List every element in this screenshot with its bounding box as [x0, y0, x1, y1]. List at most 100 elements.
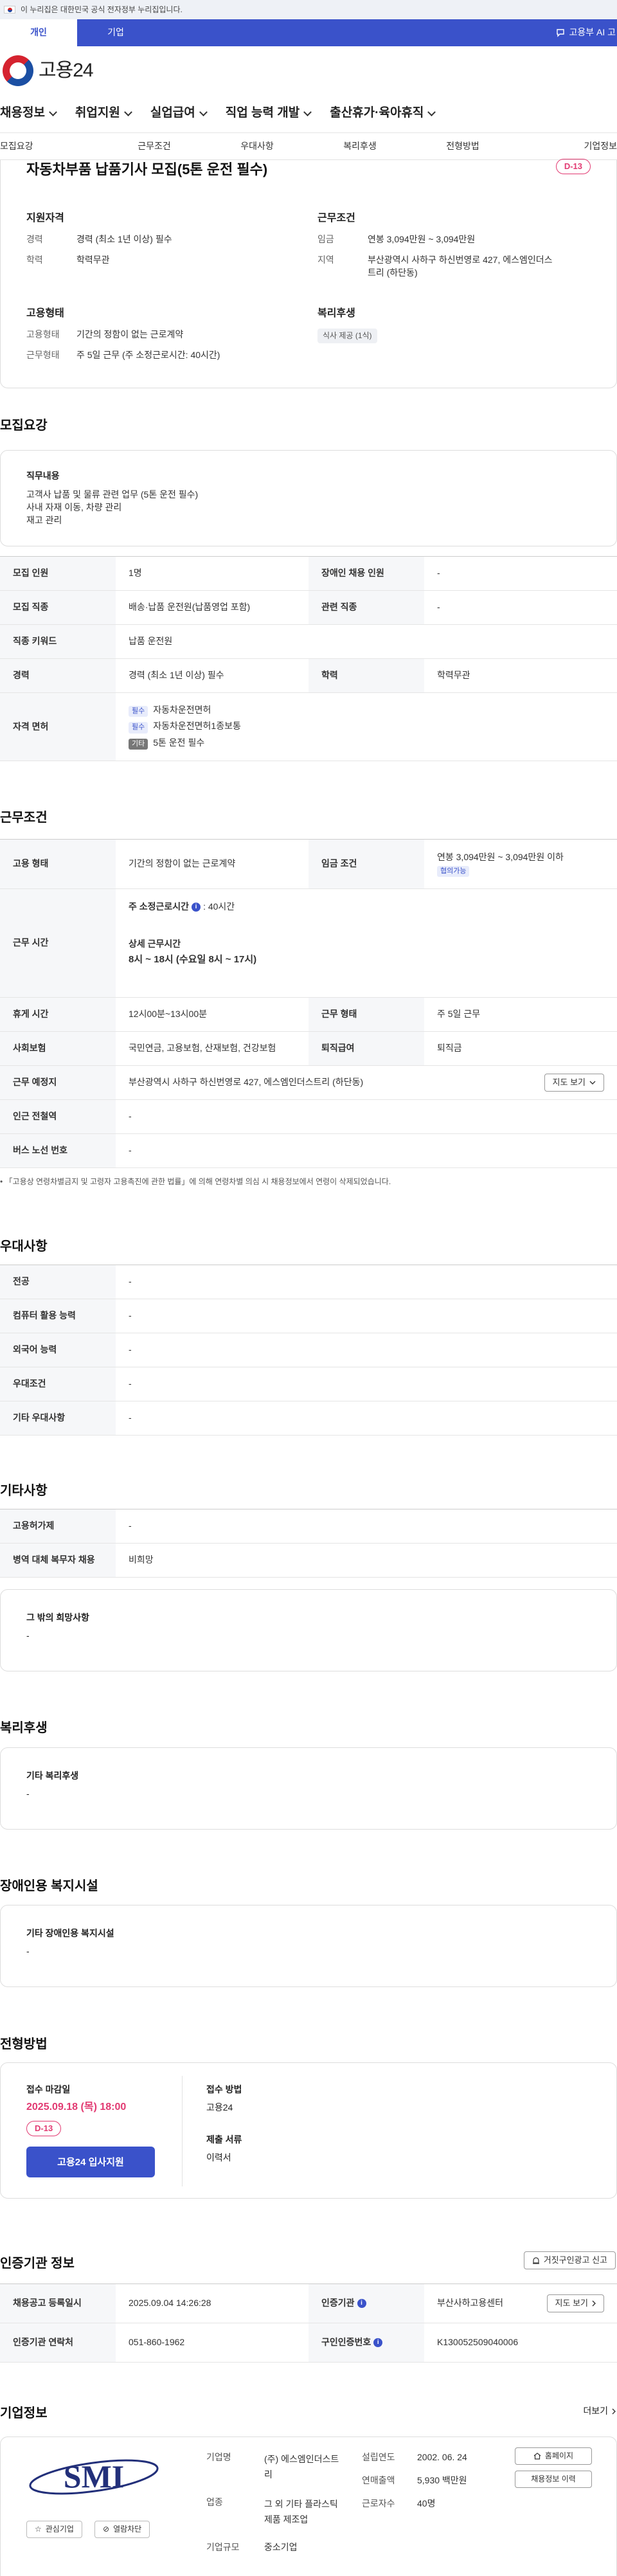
docs-value: 이력서: [206, 2152, 231, 2163]
cond-value: 부산광역시 사하구 하신번영로 427, 에스엠인더스트리 (하단동): [368, 255, 553, 278]
license-name: 자동차운전면허: [153, 704, 211, 715]
homepage-button[interactable]: 홈페이지: [515, 2447, 592, 2465]
job-summary-card: 자동차부품 납품기사 모집(5톤 운전 필수) D-13 지원자격 경력 경력 (…: [0, 159, 617, 388]
emp-list: 고용형태 기간의 정함이 없는 근로계약 근무형태 주 5일 근무 (주 소정근로시…: [26, 329, 309, 370]
block-button-label: 열람차단: [113, 2525, 142, 2534]
map-button[interactable]: 지도 보기: [544, 1073, 604, 1092]
place-value: 부산광역시 사하구 하신번영로 427, 에스엠인더스트리 (하단동): [129, 1077, 364, 1088]
welfare-chip: 식사 제공 (1식): [317, 329, 377, 343]
apply-button[interactable]: 고용24 입사지원: [26, 2147, 155, 2177]
hours-week-label: 주 소정근로시간: [129, 901, 190, 912]
welfare-heading: 복리후생: [317, 308, 355, 319]
table-row: 인근 전철역 -: [0, 1100, 617, 1134]
wage-cell: 연봉 3,094만원 ~ 3,094만원 이하 협의가능: [424, 840, 617, 888]
chevron-down-icon: [427, 107, 436, 116]
info-icon[interactable]: i: [192, 902, 201, 912]
job-title: 자동차부품 납품기사 모집(5톤 운전 필수): [26, 161, 268, 177]
deadline-label: 접수 마감일: [26, 2084, 71, 2094]
interest-button[interactable]: ☆ 관심기업: [26, 2521, 82, 2538]
recruit-heading: 모집요강: [0, 419, 48, 433]
cell-label: 퇴직급여: [308, 1032, 424, 1065]
info-icon[interactable]: i: [373, 2338, 383, 2347]
method-label: 접수 방법: [206, 2084, 242, 2094]
hours-week-value: : 40시간: [203, 901, 235, 912]
nav-unemployment-benefit[interactable]: 실업급여: [150, 105, 226, 122]
nav-parental-leave-label: 출산휴가·육아휴직: [330, 106, 424, 120]
star-icon: ☆: [35, 2525, 42, 2534]
place-cell: 부산광역시 사하구 하신번영로 427, 에스엠인더스트리 (하단동) 지도 보…: [116, 1066, 617, 1099]
work-table: 고용 형태 기간의 정함이 없는 근로계약 임금 조건 연봉 3,094만원 ~…: [0, 839, 617, 1168]
cell-value: 기간의 정함이 없는 근로계약: [129, 858, 236, 869]
cell-label: 사회보험: [0, 1032, 116, 1065]
cell-value: 주 5일 근무: [437, 1009, 481, 1020]
staff-value: 40명: [417, 2498, 436, 2508]
more-link[interactable]: 더보기: [583, 2405, 616, 2418]
home-icon: [533, 2453, 541, 2460]
cell-value: K130052509040006: [437, 2337, 519, 2348]
jobs-history-button[interactable]: 채용정보 이력: [515, 2471, 592, 2488]
cell-label: 관련 직종: [308, 591, 424, 624]
nav-parental-leave[interactable]: 출산휴가·육아휴직: [330, 105, 454, 122]
qual-label: 학력: [26, 255, 43, 265]
cell-label: 전공: [0, 1265, 116, 1299]
table-row: 고용허가제 -: [0, 1509, 617, 1544]
tab-personal[interactable]: 개인: [0, 19, 77, 46]
tab-recruit[interactable]: 모집요강: [0, 140, 103, 153]
cell-value: 12시00분~13시00분: [129, 1009, 207, 1020]
prefer-table: 전공 - 컴퓨터 활용 능력 - 외국어 능력 - 우대조건 - 기타 우대사항 -: [0, 1265, 617, 1436]
cond-list: 임금 연봉 3,094만원 ~ 3,094만원 지역 부산광역시 사하구 하신번영로…: [317, 233, 600, 279]
ai-link[interactable]: 고용부 AI 고: [556, 19, 617, 46]
nav-job-training[interactable]: 직업 능력 개발: [226, 105, 330, 122]
staff-label: 근로자수: [362, 2498, 395, 2508]
cell-value: 학력무관: [437, 670, 470, 681]
dday-badge: D-13: [555, 159, 591, 175]
company-logo-icon: SMI: [29, 2458, 159, 2495]
cell-label: 병역 대체 복무자 채용: [0, 1544, 116, 1577]
cell-label: 인증기관 연락처: [0, 2323, 116, 2362]
company-logo: SMI: [26, 2451, 161, 2503]
nav-employment-support[interactable]: 취업지원: [75, 105, 150, 122]
disability-box-value: -: [26, 1946, 30, 1956]
cond-label: 지역: [317, 255, 334, 265]
duty-line: 고객사 납품 및 물류 관련 업무 (5톤 운전 필수): [26, 489, 199, 500]
tab-selection[interactable]: 전형방법: [411, 140, 514, 153]
table-row: 근무 예정지 부산광역시 사하구 하신번영로 427, 에스엠인더스트리 (하단…: [0, 1066, 617, 1100]
tab-work-conditions[interactable]: 근무조건: [103, 140, 206, 153]
selection-box: 접수 마감일 2025.09.18 (목) 18:00 D-13 고용24 입사…: [0, 2062, 617, 2199]
gov-banner-text: 이 누리집은 대한민국 공식 전자정부 누리집입니다.: [21, 5, 183, 14]
govt-logo-icon[interactable]: [3, 55, 33, 86]
tab-preferences[interactable]: 우대사항: [206, 140, 308, 153]
company-scale: 중소기업: [264, 2542, 298, 2552]
cell-label: 근무 예정지: [0, 1066, 116, 1099]
prefer-heading: 우대사항: [0, 1239, 48, 1254]
tab-business[interactable]: 기업: [77, 19, 154, 46]
dday-text: D-13: [555, 159, 591, 175]
agency-map-button[interactable]: 지도 보기: [546, 2294, 604, 2313]
selection-heading: 전형방법: [0, 2037, 48, 2051]
site-logo[interactable]: 고용24: [39, 57, 94, 84]
duty-line: 사내 자재 이동, 차량 관리: [26, 502, 122, 512]
work-heading: 근무조건: [0, 811, 48, 825]
report-button[interactable]: 거짓구인광고 신고: [523, 2251, 616, 2270]
table-row: 기타 우대사항 -: [0, 1401, 617, 1436]
tab-company[interactable]: 기업정보: [514, 140, 617, 153]
table-row: 컴퓨터 활용 능력 -: [0, 1299, 617, 1333]
table-row: 외국어 능력 -: [0, 1333, 617, 1367]
emp-value: 주 5일 근무 (주 소정근로시간: 40시간): [76, 350, 220, 360]
tab-welfare[interactable]: 복리후생: [308, 140, 411, 153]
gov-banner: 이 누리집은 대한민국 공식 전자정부 누리집입니다.: [0, 0, 617, 19]
cell-value: -: [437, 602, 440, 613]
age-note: • 「고용상 연령차별금지 및 고령자 고용촉진에 관한 법률」에 의해 연령차…: [0, 1177, 391, 1186]
other-wish-value: -: [26, 1630, 30, 1641]
audience-tabs: 개인 기업 고용부 AI 고: [0, 19, 617, 46]
cell-value: 납품 운전원: [129, 636, 173, 647]
cell-label: 채용공고 등록일시: [0, 2284, 116, 2323]
recruit-table: 모집 인원 1명 장애인 채용 인원 - 모집 직종 배송·납품 운전원(납품영…: [0, 556, 617, 761]
duty-lines: 고객사 납품 및 물류 관련 업무 (5톤 운전 필수) 사내 자재 이동, 차…: [26, 488, 198, 527]
revenue-label: 연매출액: [362, 2475, 395, 2485]
docs-label: 제출 서류: [206, 2134, 242, 2145]
table-row: 모집 인원 1명 장애인 채용 인원 -: [0, 557, 617, 591]
info-icon[interactable]: i: [357, 2299, 366, 2308]
block-button[interactable]: ⊘ 열람차단: [94, 2521, 150, 2538]
nav-jobs[interactable]: 채용정보: [0, 105, 75, 122]
